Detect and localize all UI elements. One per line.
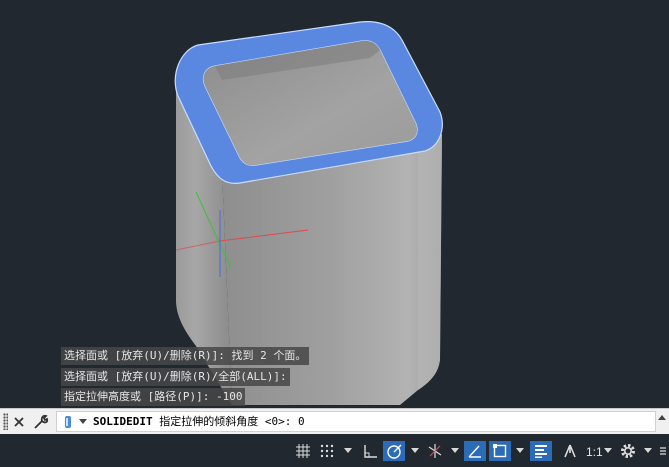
grid-icon[interactable] xyxy=(294,441,312,461)
command-history-line: 指定拉伸高度或 [路径(P)]: -100 xyxy=(61,388,246,406)
lineweight-icon[interactable] xyxy=(530,441,552,461)
annotation-scale-value[interactable]: 1:1 xyxy=(586,445,603,459)
command-history-toggle[interactable] xyxy=(658,415,666,420)
isodraft-dropdown[interactable] xyxy=(451,448,459,453)
command-history-line: 选择面或 [放弃(U)/删除(R)]: 找到 2 个面。 xyxy=(61,347,310,365)
solid-edge-highlight xyxy=(418,134,442,390)
close-icon[interactable] xyxy=(10,412,28,432)
status-bar: 1:1 xyxy=(0,434,669,467)
command-history-line: 选择面或 [放弃(U)/删除(R)/全部(ALL)]: xyxy=(61,368,290,386)
object-snap-icon[interactable] xyxy=(489,441,511,461)
snap-grid-icon[interactable] xyxy=(318,441,336,461)
drag-handle[interactable] xyxy=(3,413,8,430)
command-line-bar: SOLIDEDIT 指定拉伸的倾斜角度 <0>: 0 xyxy=(0,408,669,434)
polar-tracking-icon[interactable] xyxy=(383,441,405,461)
wrench-icon[interactable] xyxy=(32,412,50,432)
scale-dropdown[interactable] xyxy=(604,448,612,453)
recent-commands-dropdown[interactable] xyxy=(79,419,87,424)
customization-menu-icon[interactable] xyxy=(658,441,668,461)
polar-dropdown[interactable] xyxy=(411,448,419,453)
command-input[interactable]: SOLIDEDIT 指定拉伸的倾斜角度 <0>: 0 xyxy=(56,411,656,432)
isometric-icon[interactable] xyxy=(425,441,445,461)
osnap-dropdown[interactable] xyxy=(516,448,524,453)
command-prompt-text: SOLIDEDIT 指定拉伸的倾斜角度 <0>: 0 xyxy=(93,412,305,431)
model-viewport[interactable]: 选择面或 [放弃(U)/删除(R)]: 找到 2 个面。 选择面或 [放弃(U)… xyxy=(0,0,669,408)
ortho-icon[interactable] xyxy=(360,441,380,461)
snap-dropdown[interactable] xyxy=(344,448,352,453)
annotation-scale-icon[interactable] xyxy=(560,441,580,461)
command-name: SOLIDEDIT xyxy=(93,415,153,428)
command-prompt-icon[interactable] xyxy=(59,412,77,432)
gear-icon[interactable] xyxy=(618,441,638,461)
settings-dropdown[interactable] xyxy=(644,448,652,453)
dynamic-ucs-icon[interactable] xyxy=(464,441,486,461)
command-prompt: 指定拉伸的倾斜角度 <0>: 0 xyxy=(159,415,305,428)
